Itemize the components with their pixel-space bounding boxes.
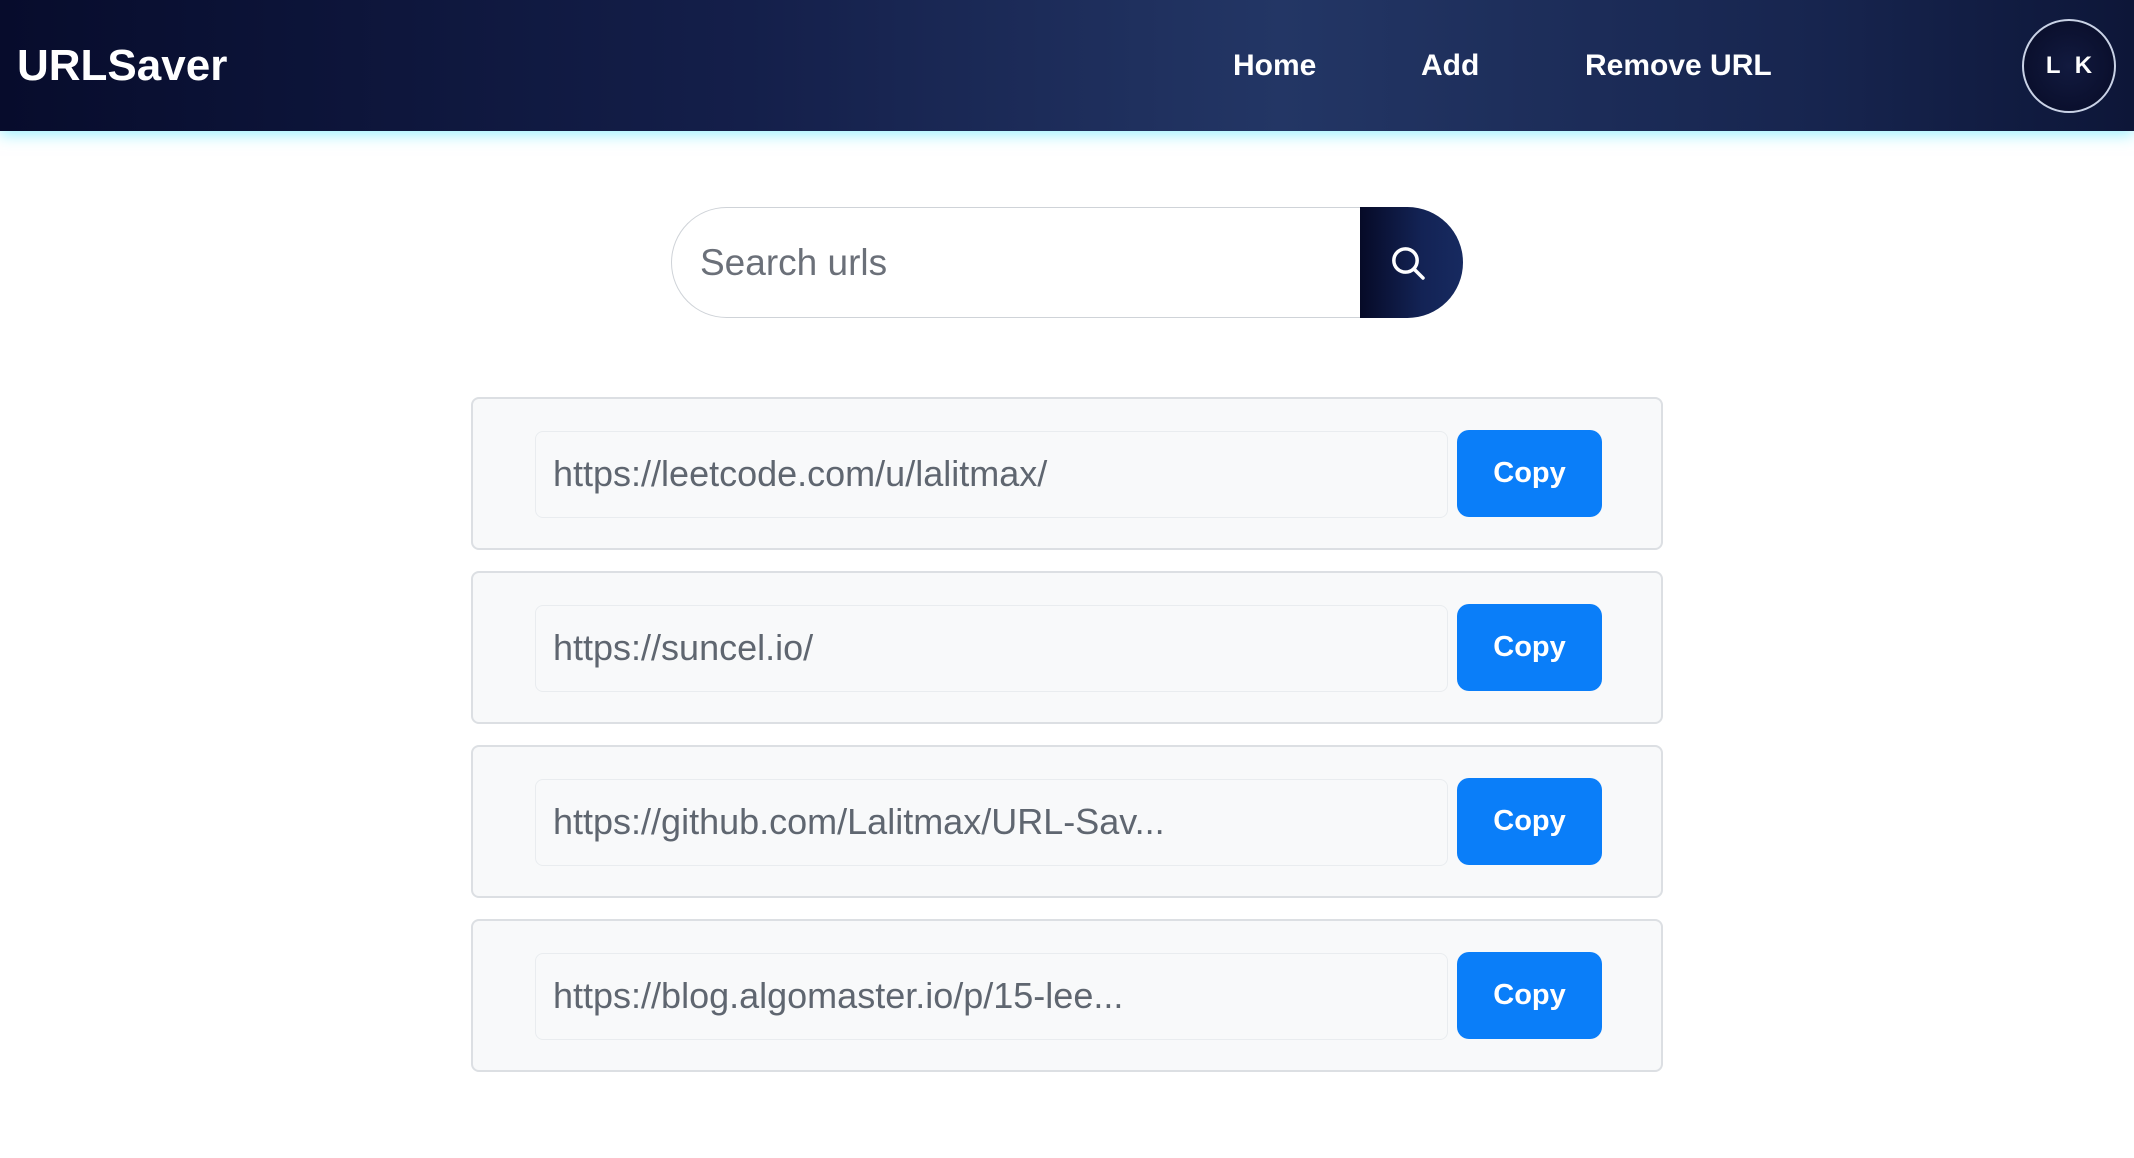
url-text[interactable]: https://github.com/Lalitmax/URL-Sav... xyxy=(535,779,1448,866)
copy-button[interactable]: Copy xyxy=(1457,430,1602,517)
url-card: https://leetcode.com/u/lalitmax/ Copy xyxy=(471,397,1663,550)
nav-remove-url-link[interactable]: Remove URL xyxy=(1585,0,1772,131)
user-avatar[interactable]: L K xyxy=(2022,19,2116,113)
search-icon xyxy=(1388,243,1428,283)
url-list: https://leetcode.com/u/lalitmax/ Copy ht… xyxy=(471,397,1663,1093)
url-text[interactable]: https://leetcode.com/u/lalitmax/ xyxy=(535,431,1448,518)
copy-button[interactable]: Copy xyxy=(1457,778,1602,865)
copy-button[interactable]: Copy xyxy=(1457,952,1602,1039)
url-card: https://suncel.io/ Copy xyxy=(471,571,1663,724)
search-button[interactable] xyxy=(1360,207,1463,318)
search-bar xyxy=(671,207,1463,318)
url-card: https://github.com/Lalitmax/URL-Sav... C… xyxy=(471,745,1663,898)
navbar: URLSaver Home Add Remove URL L K xyxy=(0,0,2134,131)
url-card: https://blog.algomaster.io/p/15-lee... C… xyxy=(471,919,1663,1072)
url-text[interactable]: https://blog.algomaster.io/p/15-lee... xyxy=(535,953,1448,1040)
nav-add-link[interactable]: Add xyxy=(1421,0,1479,131)
nav-links: Home Add Remove URL xyxy=(0,0,2134,131)
nav-home-link[interactable]: Home xyxy=(1233,0,1316,131)
search-input[interactable] xyxy=(671,207,1361,318)
url-text[interactable]: https://suncel.io/ xyxy=(535,605,1448,692)
copy-button[interactable]: Copy xyxy=(1457,604,1602,691)
